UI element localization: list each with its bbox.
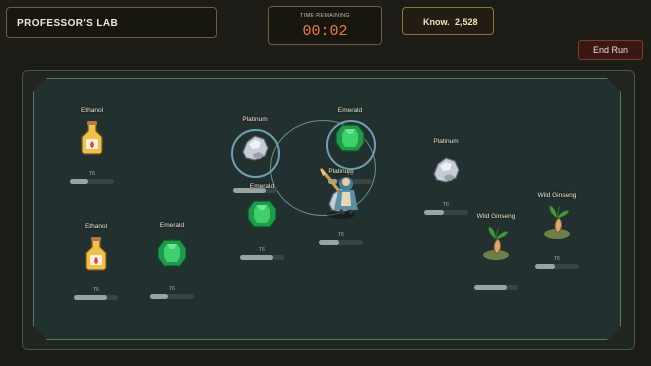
item-tier: T6 bbox=[169, 286, 175, 292]
title-panel: PROFESSOR'S LAB bbox=[6, 7, 217, 38]
harvest-progress-bar bbox=[424, 210, 468, 215]
resource-item[interactable]: Ethanol T6 bbox=[62, 107, 122, 197]
wild-ginseng-icon bbox=[483, 226, 509, 260]
resource-item[interactable]: Emerald T6 bbox=[142, 222, 202, 312]
item-name: Ethanol bbox=[80, 107, 104, 114]
item-name: Platinum bbox=[433, 138, 459, 145]
item-name: Ethanol bbox=[84, 223, 108, 230]
emerald-gem-icon bbox=[247, 200, 277, 228]
professor-character bbox=[318, 166, 364, 220]
page-title: PROFESSOR'S LAB bbox=[17, 18, 119, 29]
item-name: Emerald bbox=[249, 183, 275, 190]
knowledge-value: 2,528 bbox=[455, 17, 478, 27]
resource-item[interactable]: Emerald T6 bbox=[232, 183, 292, 273]
end-run-button[interactable]: End Run bbox=[578, 40, 643, 60]
harvest-progress-bar bbox=[150, 294, 194, 299]
wild-ginseng-icon bbox=[544, 205, 570, 239]
harvest-progress-fill bbox=[474, 285, 507, 290]
harvest-progress-bar bbox=[319, 240, 363, 245]
item-tier: T6 bbox=[338, 232, 344, 238]
knowledge-counter: Know. 2,528 bbox=[402, 7, 494, 35]
harvest-progress-bar bbox=[74, 295, 118, 300]
timer-label: TIME REMAINING bbox=[299, 13, 351, 19]
platinum-ore-icon bbox=[242, 135, 269, 161]
timer-panel: TIME REMAINING 00:02 bbox=[268, 6, 382, 45]
item-name: Platinum bbox=[242, 116, 268, 123]
item-name: Wild Ginseng bbox=[476, 213, 516, 220]
harvest-progress-bar bbox=[70, 179, 114, 184]
timer-value: 00:02 bbox=[302, 23, 348, 40]
knowledge-label: Know. bbox=[423, 17, 450, 27]
item-tier: T6 bbox=[443, 202, 449, 208]
harvest-progress-fill bbox=[424, 210, 444, 215]
item-name: Wild Ginseng bbox=[537, 192, 577, 199]
harvest-progress-fill bbox=[240, 255, 273, 260]
harvest-progress-fill bbox=[535, 264, 555, 269]
item-tier: T6 bbox=[259, 247, 265, 253]
resource-item[interactable]: Ethanol T6 bbox=[66, 223, 126, 313]
item-tier: T6 bbox=[89, 171, 95, 177]
item-tier: T6 bbox=[93, 287, 99, 293]
item-tier: T6 bbox=[554, 256, 560, 262]
resource-item[interactable]: Wild Ginseng T6 bbox=[527, 192, 587, 282]
harvest-progress-bar bbox=[474, 285, 518, 290]
ethanol-bottle-icon bbox=[81, 121, 103, 155]
professor-character-icon bbox=[320, 168, 358, 219]
emerald-gem-icon bbox=[335, 124, 365, 152]
harvest-progress-fill bbox=[70, 179, 88, 184]
harvest-progress-fill bbox=[74, 295, 107, 300]
emerald-gem-icon bbox=[157, 239, 187, 267]
harvest-progress-bar bbox=[240, 255, 284, 260]
harvest-progress-bar bbox=[535, 264, 579, 269]
item-name: Emerald bbox=[337, 107, 363, 114]
resource-item[interactable]: Wild Ginseng bbox=[466, 213, 526, 303]
harvest-progress-fill bbox=[150, 294, 168, 299]
item-name: Emerald bbox=[159, 222, 185, 229]
ethanol-bottle-icon bbox=[85, 237, 107, 271]
platinum-ore-icon bbox=[433, 157, 460, 183]
harvest-progress-fill bbox=[319, 240, 339, 245]
